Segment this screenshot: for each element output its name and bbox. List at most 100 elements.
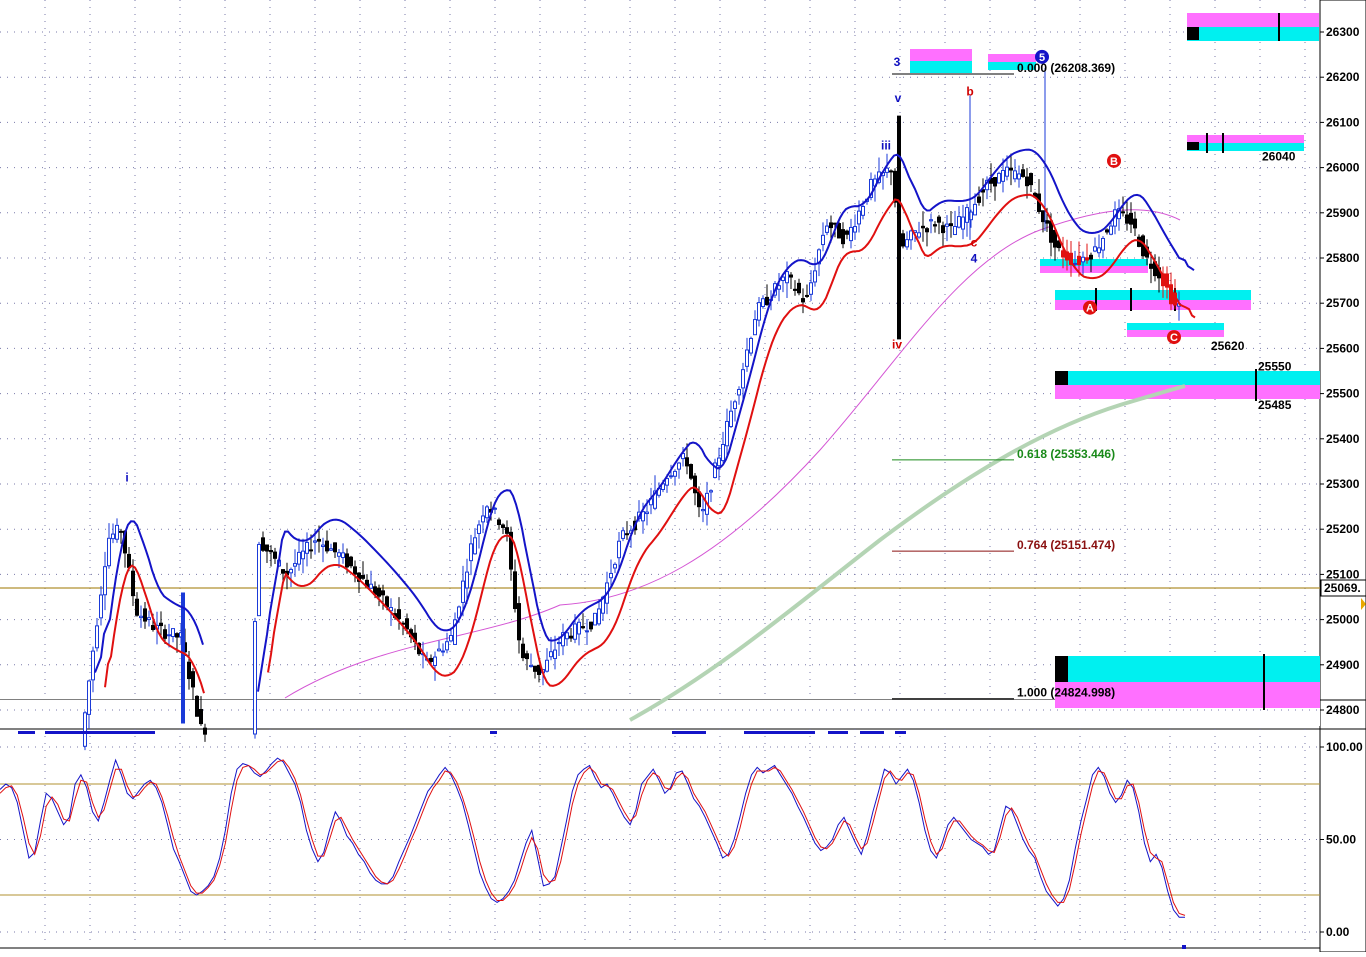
candle-body xyxy=(513,571,517,610)
candle-body xyxy=(517,603,521,641)
candle-body xyxy=(617,540,621,559)
candle-body xyxy=(521,643,525,659)
candle-body xyxy=(497,519,501,526)
wave-label: C xyxy=(1170,332,1178,344)
candle-body xyxy=(329,548,333,551)
candle-body xyxy=(581,626,585,629)
candle-body xyxy=(697,491,701,508)
candle-body xyxy=(95,625,99,649)
candle-body xyxy=(557,641,561,645)
candle-body xyxy=(533,665,537,672)
candle-body xyxy=(1005,166,1009,177)
candle-body xyxy=(1041,210,1045,223)
candle-body xyxy=(135,598,139,616)
candle-body xyxy=(87,680,91,715)
candle-body xyxy=(317,538,321,542)
axis-tick-label: 26100 xyxy=(1326,115,1360,129)
candle-body xyxy=(761,298,765,307)
candle-body xyxy=(191,671,195,688)
fib-label: 1.000 (24824.998) xyxy=(1017,686,1115,700)
candle-body xyxy=(1049,220,1053,243)
candle-body xyxy=(545,659,549,672)
candle-body xyxy=(261,537,265,551)
candle-body xyxy=(941,225,945,234)
box-marker xyxy=(1055,656,1068,682)
candle-body xyxy=(565,632,569,640)
candle-body xyxy=(257,543,261,617)
price-axis-panel xyxy=(1319,0,1366,953)
candle-body xyxy=(1009,167,1013,171)
wave-label: c xyxy=(971,236,978,250)
candle-body xyxy=(749,337,753,354)
candle-body xyxy=(809,282,813,295)
candle-body xyxy=(609,572,613,579)
activity-marker xyxy=(860,731,884,734)
candle-body xyxy=(685,457,689,467)
candle-body xyxy=(701,509,705,512)
candle-body xyxy=(925,228,929,233)
candle-body xyxy=(569,635,573,639)
candle-body xyxy=(345,553,349,568)
chart-window: 0.000 (26208.369) 0.618 (25353.446) 0.764 … xyxy=(0,0,1366,953)
candle-body xyxy=(805,294,809,297)
candle-body xyxy=(857,210,861,225)
candle-body xyxy=(341,552,345,559)
candle-body xyxy=(1061,250,1065,258)
candle-body xyxy=(885,167,889,173)
box-26300-top xyxy=(1187,13,1319,27)
candle-body xyxy=(1001,169,1005,182)
candle-body xyxy=(1025,176,1029,187)
candle-body xyxy=(813,270,817,283)
candle-body xyxy=(309,549,313,552)
candle-body xyxy=(765,296,769,306)
fib-label: 0.000 (26208.369) xyxy=(1017,61,1115,75)
candle-body xyxy=(889,170,893,173)
candle-body xyxy=(445,641,449,651)
candle-body xyxy=(845,230,849,235)
osc-axis-tick-label: 100.00 xyxy=(1326,740,1363,754)
candle-body xyxy=(973,203,977,216)
box-24900-top xyxy=(1055,656,1320,682)
axis-tick-label: 26000 xyxy=(1326,161,1360,175)
candle-body xyxy=(821,234,825,246)
level-label: 25550 xyxy=(1258,359,1292,373)
candle-body xyxy=(729,410,733,428)
candle-body xyxy=(777,285,781,290)
candle-body xyxy=(449,634,453,642)
candle-body xyxy=(91,650,95,681)
wave-label: i xyxy=(125,471,128,485)
axis-tick-label: 25700 xyxy=(1326,296,1360,310)
candle-body xyxy=(577,621,581,635)
box-25780-top xyxy=(1040,259,1148,266)
candle-body xyxy=(477,524,481,534)
candle-body xyxy=(1017,173,1021,180)
candle-body xyxy=(305,541,309,554)
candle-body xyxy=(353,566,357,575)
candle-body xyxy=(725,420,729,447)
candle-body xyxy=(167,634,171,637)
candle-body xyxy=(529,664,533,668)
candle-body xyxy=(199,708,203,725)
candle-body xyxy=(313,540,317,543)
background xyxy=(0,0,1366,952)
axis-tick-label: 25800 xyxy=(1326,251,1360,265)
candle-body xyxy=(801,298,805,303)
candle-body xyxy=(597,608,601,625)
candle-body xyxy=(159,622,163,627)
candle-body xyxy=(825,225,829,233)
wave-label: iii xyxy=(881,139,891,153)
candle-body xyxy=(693,475,697,494)
candle-body xyxy=(1073,262,1077,265)
candle-body xyxy=(83,712,87,747)
candle-body xyxy=(585,630,589,633)
candle-body xyxy=(961,216,965,230)
candle-body xyxy=(621,530,625,539)
candle-body xyxy=(333,542,337,553)
candle-body xyxy=(573,623,577,640)
candle-body xyxy=(203,727,207,735)
candle-body xyxy=(957,216,961,228)
candle-body xyxy=(465,571,469,589)
osc-axis-tick-label: 50.00 xyxy=(1326,833,1356,847)
candle-body xyxy=(429,657,433,662)
candle-body xyxy=(361,575,365,579)
